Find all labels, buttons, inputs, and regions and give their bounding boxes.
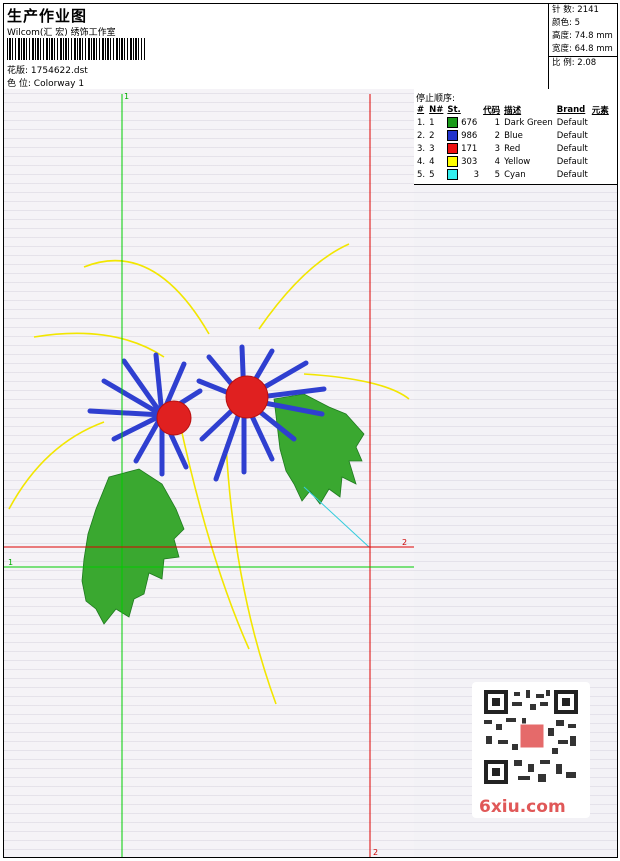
grid-label-right: 2 (402, 538, 407, 547)
stat-color-count: 颜色: 5 (552, 18, 580, 28)
design-canvas: 1 2 2 1 (4, 89, 415, 857)
flower-right-center (225, 375, 269, 419)
company-name: Wilcom(汇 宏) 绣饰工作室 (7, 28, 116, 38)
flower-left-center (156, 400, 192, 436)
colorway-name: Colorway 1 (33, 79, 85, 89)
stop-sequence-title: 停止顺序: (416, 94, 456, 104)
grid-label-top: 1 (124, 92, 129, 101)
color-sequence-panel: 停止顺序: # N# St. 代码 描述 Brand 元素 1. 1 676 1… (414, 89, 617, 857)
stop-sequence-table: # N# St. 代码 描述 Brand 元素 1. 1 676 1 Dark … (415, 104, 611, 181)
qr-code-image (482, 688, 580, 786)
thread-cyan (303, 486, 370, 548)
production-worksheet: 生产作业图 Wilcom(汇 宏) 绣饰工作室 花版: 1754622.dst … (3, 3, 618, 858)
table-row: 1. 1 676 1 Dark Green Default (417, 117, 588, 128)
colorway-label: 色 位: (7, 79, 31, 89)
watermark-logo: 6xiu.com (479, 797, 566, 817)
color-swatch (447, 117, 459, 128)
color-swatch (447, 143, 459, 154)
table-row: 5. 5 3 5 Cyan Default (417, 169, 588, 180)
header: 生产作业图 Wilcom(汇 宏) 绣饰工作室 花版: 1754622.dst … (4, 4, 617, 90)
stat-stitch-count: 针 数: 2141 (552, 5, 599, 15)
stop-sequence-box: 停止顺序: # N# St. 代码 描述 Brand 元素 1. 1 676 1… (414, 89, 617, 185)
design-file-name: 1754622.dst (30, 66, 88, 76)
color-swatch (447, 169, 459, 180)
design-stats: 针 数: 2141 颜色: 5 高度: 74.8 mm 宽度: 64.8 mm … (548, 4, 617, 89)
barcode-image (7, 38, 145, 60)
table-row: 3. 3 171 3 Red Default (417, 143, 588, 154)
page-title: 生产作业图 (7, 7, 88, 25)
embroidery-preview: 1 2 2 1 (4, 92, 414, 857)
grid-label-bottom: 2 (373, 848, 378, 857)
table-header: # N# St. 代码 描述 Brand 元素 (417, 105, 609, 116)
color-swatch (447, 130, 459, 141)
color-swatch (447, 156, 459, 167)
colorway-line: 色 位: Colorway 1 (7, 76, 84, 89)
grid-label-left: 1 (8, 558, 13, 567)
table-row: 2. 2 986 2 Blue Default (417, 130, 588, 141)
design-label: 花版: (7, 66, 29, 76)
stat-width: 宽度: 64.8 mm (552, 44, 613, 54)
design-file-line: 花版: 1754622.dst (7, 63, 88, 76)
table-row: 4. 4 303 4 Yellow Default (417, 156, 588, 167)
leaf-right (273, 393, 365, 505)
stat-height: 高度: 74.8 mm (552, 31, 613, 41)
stat-scale: 比 例: 2.08 (549, 56, 617, 70)
